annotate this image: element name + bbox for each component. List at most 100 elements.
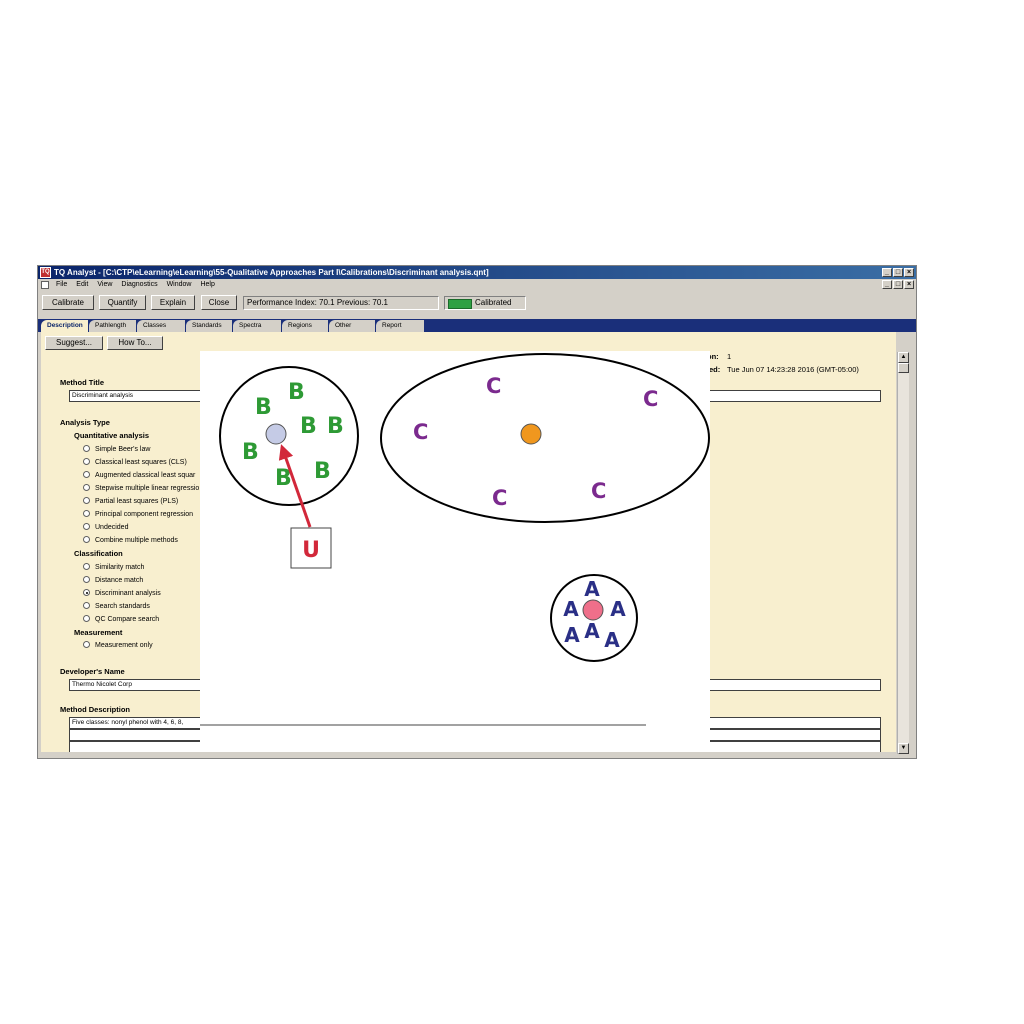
radio-simple-beers-law[interactable]: Simple Beer's law	[83, 445, 150, 453]
unknown-label: U	[302, 538, 320, 563]
radio-icon	[83, 484, 90, 491]
classification-label: Classification	[74, 549, 123, 558]
radio-pcr[interactable]: Principal component regression	[83, 510, 193, 518]
class-diagram-overlay: B B B B B B B C C C C C A A A A A A U	[200, 351, 710, 744]
radio-icon	[83, 523, 90, 530]
radio-icon	[83, 602, 90, 609]
radio-undecided[interactable]: Undecided	[83, 523, 128, 531]
tab-standards[interactable]: Standards	[186, 320, 232, 332]
version-value: 1	[727, 352, 732, 361]
menu-bar: File Edit View Diagnostics Window Help _…	[38, 279, 916, 291]
menu-file[interactable]: File	[56, 279, 67, 291]
method-title-label: Method Title	[60, 378, 105, 387]
class-a-letter: A	[563, 597, 579, 621]
class-c-letter: C	[413, 420, 428, 444]
class-c-centroid	[520, 423, 542, 445]
quantify-button[interactable]: Quantify	[99, 295, 146, 310]
tab-report[interactable]: Report	[376, 320, 424, 332]
radio-measurement-only[interactable]: Measurement only	[83, 641, 153, 649]
menu-diagnostics[interactable]: Diagnostics	[121, 279, 157, 291]
class-diagram: B B B B B B B C C C C C A A A A A A U	[200, 353, 710, 726]
class-a-letter: A	[604, 628, 620, 652]
calibrate-button[interactable]: Calibrate	[42, 295, 94, 310]
explain-button[interactable]: Explain	[151, 295, 195, 310]
radio-discriminant-analysis[interactable]: Discriminant analysis	[83, 589, 161, 597]
calibration-status: Calibrated	[444, 296, 526, 310]
class-a-letter: A	[610, 597, 626, 621]
menu-view[interactable]: View	[97, 279, 112, 291]
status-led-icon	[448, 299, 472, 309]
radio-icon	[83, 615, 90, 622]
title-bar[interactable]: TQ TQ Analyst - [C:\CTP\eLearning\eLearn…	[38, 266, 916, 279]
radio-icon	[83, 563, 90, 570]
measurement-label: Measurement	[74, 628, 123, 637]
class-b-letter: B	[242, 440, 259, 465]
close-icon[interactable]: ×	[904, 268, 914, 277]
radio-combine-methods[interactable]: Combine multiple methods	[83, 536, 178, 544]
radio-pls[interactable]: Partial least squares (PLS)	[83, 497, 178, 505]
radio-icon	[83, 536, 90, 543]
class-c-letter: C	[643, 387, 658, 411]
document-icon[interactable]	[41, 281, 49, 289]
class-c-letter: C	[486, 374, 501, 398]
scroll-down-icon[interactable]: ▼	[898, 743, 909, 754]
analysis-type-label: Analysis Type	[60, 418, 110, 427]
child-restore-icon[interactable]: □	[893, 280, 903, 289]
status-text: Calibrated	[475, 298, 512, 307]
class-b-letter: B	[288, 380, 305, 405]
scroll-thumb[interactable]	[898, 363, 909, 373]
radio-stepwise-mlr[interactable]: Stepwise multiple linear regressio	[83, 484, 199, 492]
suggest-button[interactable]: Suggest...	[45, 336, 103, 350]
date-label: ed:	[709, 365, 721, 374]
radio-icon	[83, 641, 90, 648]
radio-augmented-cls[interactable]: Augmented classical least squar	[83, 471, 195, 479]
class-a-centroid	[582, 599, 604, 621]
radio-icon	[83, 445, 90, 452]
radio-distance-match[interactable]: Distance match	[83, 576, 143, 584]
class-a-letter: A	[584, 577, 600, 601]
class-b-letter: B	[255, 395, 272, 420]
tab-pathlength[interactable]: Pathlength	[89, 320, 136, 332]
tab-strip: Description Pathlength Classes Standards…	[38, 319, 916, 332]
class-c-letter: C	[591, 479, 606, 503]
class-a-letter: A	[584, 619, 600, 643]
restore-icon[interactable]: □	[893, 268, 903, 277]
minimize-icon[interactable]: _	[882, 268, 892, 277]
class-b-letter: B	[300, 414, 317, 439]
radio-qc-compare-search[interactable]: QC Compare search	[83, 615, 159, 623]
radio-icon	[83, 471, 90, 478]
how-to-button[interactable]: How To...	[107, 336, 163, 350]
close-button[interactable]: Close	[201, 295, 237, 310]
class-b-letter: B	[314, 459, 331, 484]
window-title: TQ Analyst - [C:\CTP\eLearning\eLearning…	[54, 268, 489, 277]
date-value: Tue Jun 07 14:23:28 2016 (GMT-05:00)	[727, 365, 859, 374]
app-icon: TQ	[40, 267, 51, 278]
tab-regions[interactable]: Regions	[282, 320, 328, 332]
vertical-scrollbar[interactable]: ▲ ▼	[897, 352, 909, 754]
tab-other[interactable]: Other	[329, 320, 375, 332]
scroll-up-icon[interactable]: ▲	[898, 352, 909, 363]
class-a-letter: A	[564, 623, 580, 647]
performance-index: Performance Index: 70.1 Previous: 70.1	[243, 296, 439, 310]
class-b-letter: B	[327, 414, 344, 439]
radio-selected-icon	[83, 589, 90, 596]
quantitative-label: Quantitative analysis	[74, 431, 150, 440]
menu-help[interactable]: Help	[200, 279, 214, 291]
radio-similarity-match[interactable]: Similarity match	[83, 563, 144, 571]
child-minimize-icon[interactable]: _	[882, 280, 892, 289]
tab-spectra[interactable]: Spectra	[233, 320, 281, 332]
radio-icon	[83, 458, 90, 465]
radio-search-standards[interactable]: Search standards	[83, 602, 150, 610]
menu-edit[interactable]: Edit	[76, 279, 88, 291]
radio-icon	[83, 510, 90, 517]
method-description-label: Method Description	[60, 705, 131, 714]
class-c-boundary	[380, 353, 710, 523]
radio-icon	[83, 497, 90, 504]
child-close-icon[interactable]: ×	[904, 280, 914, 289]
menu-window[interactable]: Window	[167, 279, 192, 291]
tab-description[interactable]: Description	[41, 320, 88, 332]
class-b-centroid	[265, 423, 287, 445]
toolbar: Calibrate Quantify Explain Close Perform…	[38, 293, 916, 313]
radio-cls[interactable]: Classical least squares (CLS)	[83, 458, 187, 466]
tab-classes[interactable]: Classes	[137, 320, 185, 332]
